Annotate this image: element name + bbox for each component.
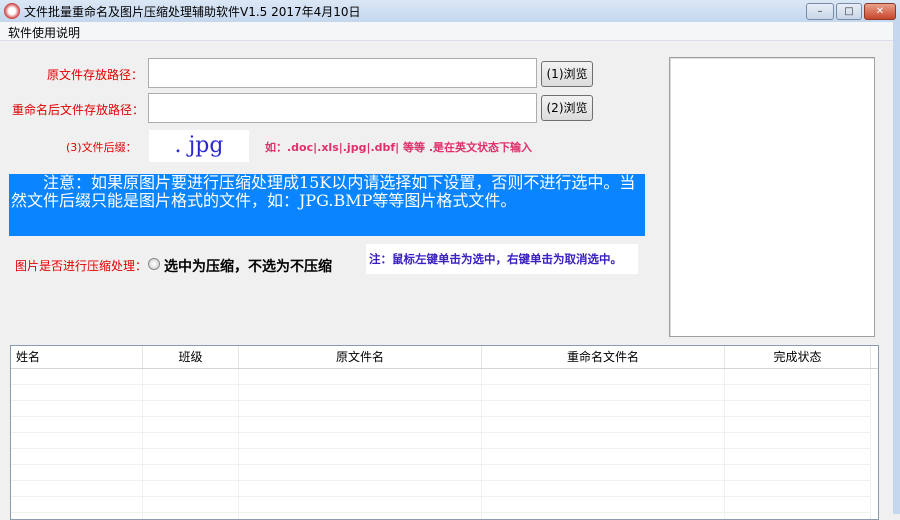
compress-label: 图片是否进行压缩处理： — [15, 259, 148, 273]
close-button[interactable]: ✕ — [864, 3, 896, 20]
column-renamed-filename[interactable]: 重命名文件名 — [482, 346, 725, 368]
window-border — [893, 22, 900, 514]
table-header: 姓名 班级 原文件名 重命名文件名 完成状态 — [11, 346, 878, 369]
app-icon — [4, 3, 20, 19]
window-title: 文件批量重命名及图片压缩处理辅助软件V1.5 2017年4月10日 — [24, 5, 361, 19]
table-row — [11, 401, 871, 417]
suffix-label: (3)文件后缀： — [66, 141, 137, 154]
notice-banner: 注意：如果原图片要进行压缩处理成15K以内请选择如下设置，否则不进行选中。当然文… — [9, 174, 645, 236]
minimize-button[interactable]: – — [806, 3, 834, 20]
browse-target-button[interactable]: (2)浏览 — [541, 95, 593, 121]
table-row — [11, 433, 871, 449]
table-row — [11, 497, 871, 513]
browse-source-button[interactable]: (1)浏览 — [541, 61, 593, 87]
column-original-filename[interactable]: 原文件名 — [239, 346, 482, 368]
compress-radio[interactable] — [148, 258, 160, 270]
menu-bar: 软件使用说明 — [0, 22, 900, 41]
title-bar: 文件批量重命名及图片压缩处理辅助软件V1.5 2017年4月10日 – □ ✕ — [0, 0, 900, 22]
suffix-hint: 如：.doc|.xls|.jpg|.dbf| 等等 .是在英文状态下输入 — [265, 141, 533, 154]
maximize-button[interactable]: □ — [836, 3, 862, 20]
suffix-input[interactable]: . jpg — [149, 130, 249, 162]
table-row — [11, 465, 871, 481]
menu-help[interactable]: 软件使用说明 — [8, 24, 80, 41]
table-row — [11, 481, 871, 497]
compress-option-label[interactable]: 选中为压缩，不选为不压缩 — [164, 256, 332, 276]
table-row — [11, 417, 871, 433]
source-path-label: 原文件存放路径： — [47, 68, 144, 82]
compress-hint: 注：鼠标左键单击为选中，右键单击为取消选中。 — [366, 244, 638, 274]
column-name[interactable]: 姓名 — [11, 346, 143, 368]
column-status[interactable]: 完成状态 — [725, 346, 871, 368]
table-row — [11, 449, 871, 465]
table-row — [11, 369, 871, 385]
table-row — [11, 385, 871, 401]
column-class[interactable]: 班级 — [143, 346, 239, 368]
target-path-label: 重命名后文件存放路径： — [12, 103, 145, 117]
image-preview — [669, 57, 875, 337]
results-table[interactable]: 姓名 班级 原文件名 重命名文件名 完成状态 — [10, 345, 879, 520]
source-path-input[interactable] — [148, 58, 537, 88]
target-path-input[interactable] — [148, 93, 537, 123]
